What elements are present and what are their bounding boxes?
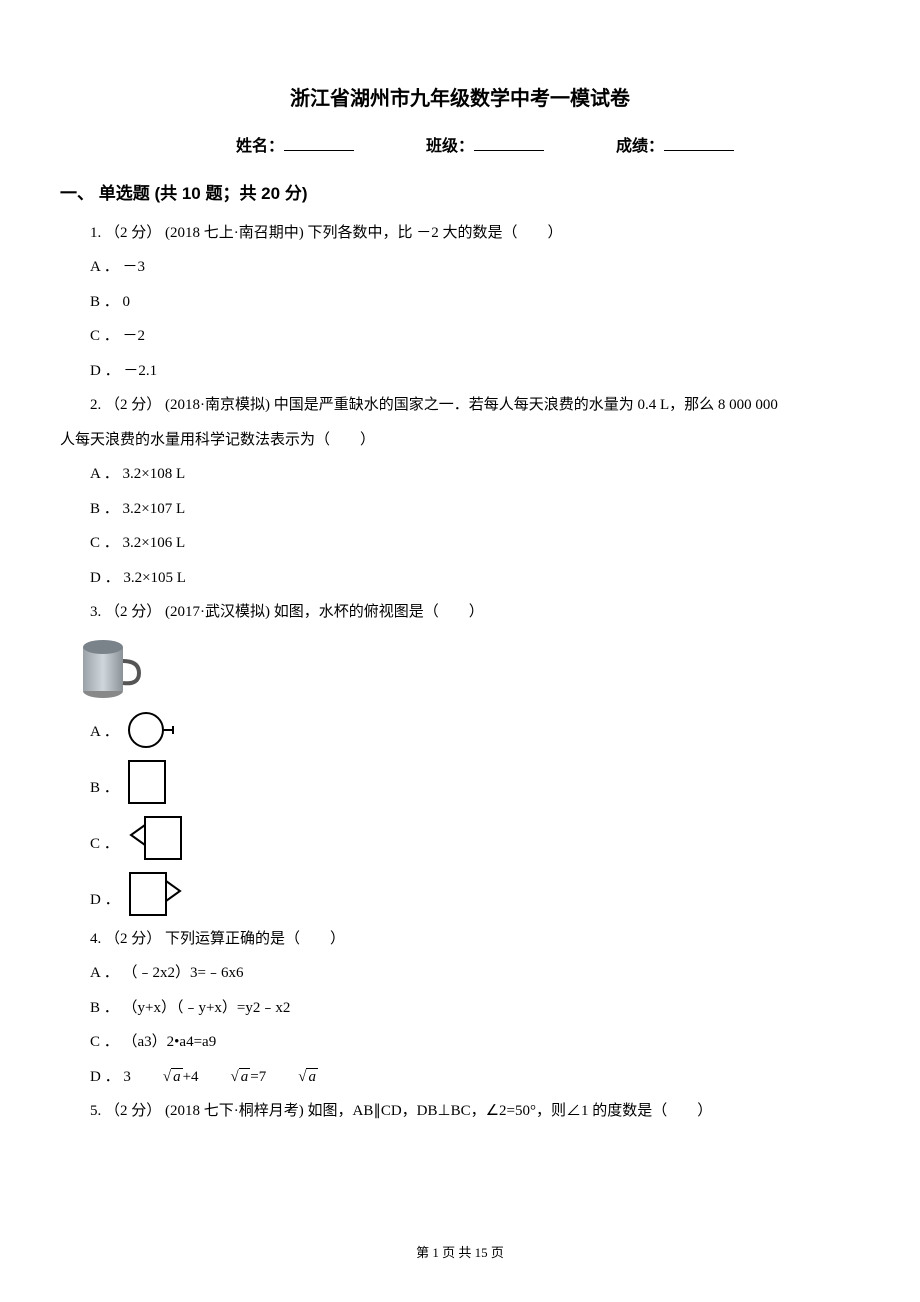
q2-stem-line2: 人每天浪费的水量用科学记数法表示为（ ） xyxy=(60,426,860,455)
circle-handle-icon xyxy=(125,709,180,751)
q2-choice-c: C ． 3.2×106 L xyxy=(60,529,860,558)
class-field: 班级： xyxy=(426,132,544,162)
q1-choice-a: A ． －3 xyxy=(60,253,860,282)
square-icon xyxy=(125,757,170,807)
q3-stem: 3. （2 分） (2017·武汉模拟) 如图，水杯的俯视图是（ ） xyxy=(60,598,860,627)
name-field: 姓名： xyxy=(236,132,354,162)
q4-choice-d: D ． 3a+4a=7a xyxy=(60,1063,860,1092)
exam-title: 浙江省湖州市九年级数学中考一模试卷 xyxy=(60,80,860,118)
q4-choice-b: B ． （y+x）（﹣y+x）=y2﹣x2 xyxy=(60,994,860,1023)
square-left-triangle-icon xyxy=(125,813,185,863)
q2-choice-b: B ． 3.2×107 L xyxy=(60,495,860,524)
page-footer: 第 1 页 共 15 页 xyxy=(0,1241,920,1266)
header-row: 姓名： 班级： 成绩： xyxy=(60,132,860,162)
square-right-triangle-icon xyxy=(126,869,186,919)
q2-stem-line1: 2. （2 分） (2018·南京模拟) 中国是严重缺水的国家之一．若每人每天浪… xyxy=(60,391,860,420)
q4-stem: 4. （2 分） 下列运算正确的是（ ） xyxy=(60,925,860,954)
section-1-heading: 一、 单选题 (共 10 题；共 20 分) xyxy=(60,178,860,210)
q3-choice-b: B ． xyxy=(60,757,860,807)
cup-3d-icon xyxy=(75,633,145,703)
q5-stem: 5. （2 分） (2018 七下·桐梓月考) 如图，AB∥CD，DB⊥BC，∠… xyxy=(60,1097,860,1126)
q3-choice-a: A ． xyxy=(60,709,860,751)
q1-stem: 1. （2 分） (2018 七上·南召期中) 下列各数中，比 －2 大的数是（… xyxy=(60,219,860,248)
q3-choice-c: C ． xyxy=(60,813,860,863)
q1-choice-d: D ． －2.1 xyxy=(60,357,860,386)
q4-choice-a: A ． （﹣2x2）3=﹣6x6 xyxy=(60,959,860,988)
q2-choice-d: D ． 3.2×105 L xyxy=(60,564,860,593)
q2-choice-a: A ． 3.2×108 L xyxy=(60,460,860,489)
q4-choice-c: C ． （a3）2•a4=a9 xyxy=(60,1028,860,1057)
q1-choice-c: C ． －2 xyxy=(60,322,860,351)
q1-choice-b: B ． 0 xyxy=(60,288,860,317)
score-field: 成绩： xyxy=(616,132,734,162)
q3-choice-d: D ． xyxy=(60,869,860,919)
